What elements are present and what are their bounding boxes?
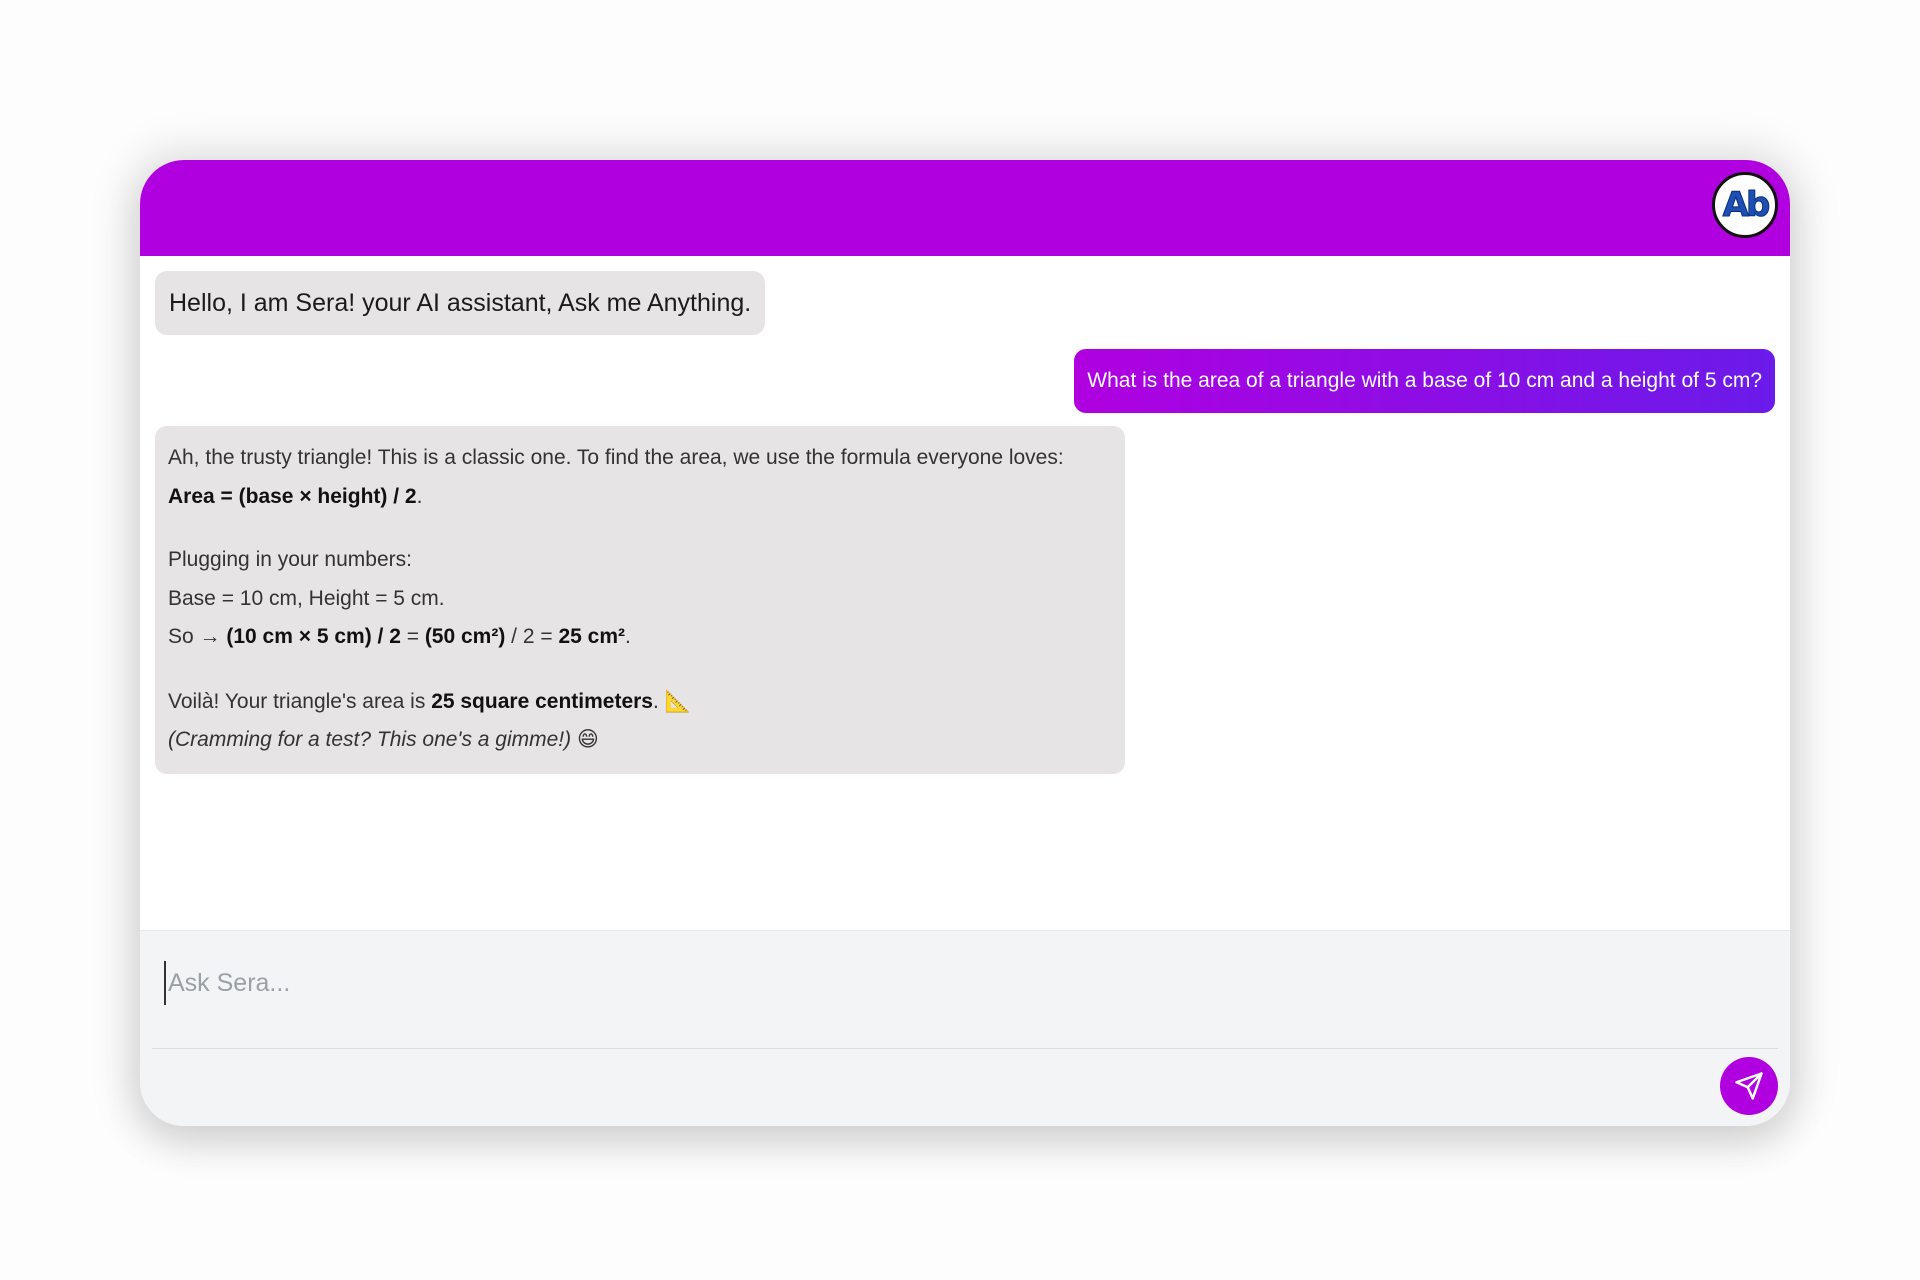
- input-area: [152, 931, 1778, 1049]
- answer-formula-line: Area = (base × height) / 2.: [168, 478, 1112, 517]
- message-list: Hello, I am Sera! your AI assistant, Ask…: [140, 256, 1790, 930]
- grinning-face-icon: 😄: [576, 727, 599, 751]
- so-bold-1: (10 cm × 5 cm) / 2: [226, 625, 401, 648]
- voila-end: .: [652, 689, 665, 713]
- page-background: Ab Hello, I am Sera! your AI assistant, …: [0, 0, 1920, 1280]
- so-bold-3: 25 cm²: [558, 625, 626, 648]
- so-end: .: [625, 625, 631, 648]
- ask-input[interactable]: [164, 961, 1568, 1005]
- voila-prefix: Voilà! Your triangle's area is: [168, 689, 432, 713]
- bot-answer-message: Ah, the trusty triangle! This is a class…: [155, 426, 1125, 774]
- so-eq-1: =: [400, 625, 425, 648]
- answer-voila: Voilà! Your triangle's area is 25 square…: [168, 682, 1112, 721]
- answer-calculation: So → (10 cm × 5 cm) / 2 = (50 cm²) / 2 =…: [168, 618, 1112, 657]
- answer-plug-values: Base = 10 cm, Height = 5 cm.: [168, 586, 445, 610]
- send-icon: [1735, 1072, 1763, 1100]
- so-prefix: So →: [168, 625, 227, 648]
- answer-aside: (Cramming for a test? This one's a gimme…: [168, 720, 1112, 759]
- user-message: What is the area of a triangle with a ba…: [1074, 349, 1775, 413]
- chat-header: Ab: [140, 160, 1790, 256]
- answer-plug-heading: Plugging in your numbers:: [168, 548, 412, 571]
- answer-formula-end: .: [416, 484, 423, 508]
- triangular-ruler-icon: 📐: [664, 688, 691, 713]
- bot-greeting-message: Hello, I am Sera! your AI assistant, Ask…: [155, 271, 766, 335]
- composer: [140, 930, 1790, 1126]
- aside-text: (Cramming for a test? This one's a gimme…: [168, 728, 577, 751]
- brand-logo-icon[interactable]: Ab: [1712, 172, 1778, 238]
- so-div: / 2 =: [505, 625, 559, 648]
- answer-formula: Area = (base × height) / 2: [168, 484, 417, 508]
- voila-bold: 25 square centimeters: [431, 689, 653, 713]
- send-button[interactable]: [1720, 1057, 1778, 1115]
- answer-intro: Ah, the trusty triangle! This is a class…: [168, 446, 1064, 469]
- chat-window: Ab Hello, I am Sera! your AI assistant, …: [140, 160, 1790, 1126]
- so-bold-2: (50 cm²): [424, 625, 506, 648]
- avatar-text: Ab: [1722, 185, 1771, 226]
